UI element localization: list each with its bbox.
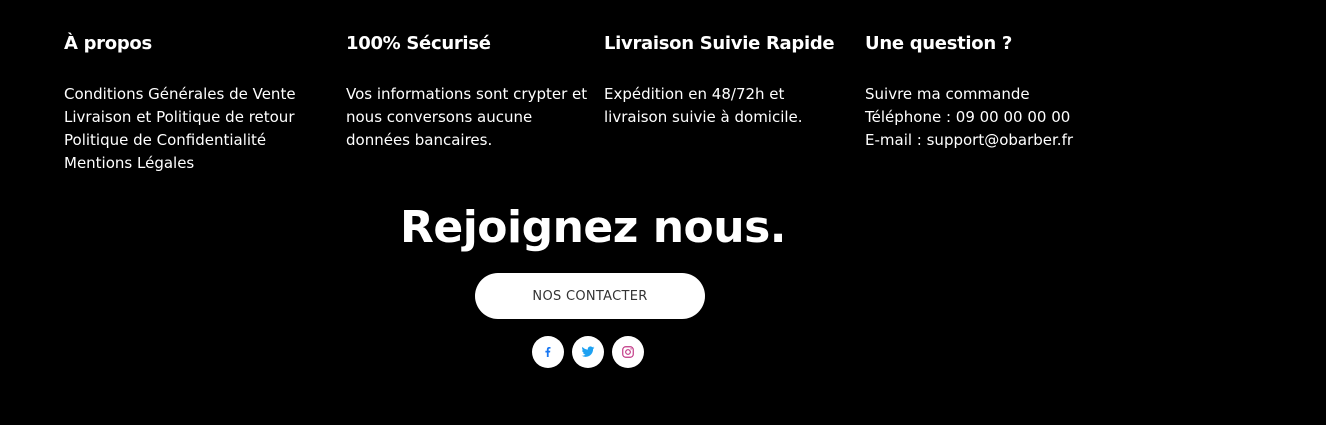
social-links [532,336,644,368]
join-title: Rejoignez nous. [400,202,787,253]
link-privacy-policy[interactable]: Politique de Confidentialité [64,129,334,152]
secure-heading: 100% Sécurisé [346,33,491,54]
question-heading: Une question ? [865,33,1012,54]
footer-col-secure: 100% Sécurisé Vos informations sont cryp… [346,30,591,152]
shipping-body: Expédition en 48/72h et livraison suivie… [604,83,854,129]
phone-text: Téléphone : 09 00 00 00 00 [865,108,1071,126]
shipping-text: Expédition en 48/72h et livraison suivie… [604,85,803,126]
about-links: Conditions Générales de Vente Livraison … [64,83,334,175]
shipping-heading: Livraison Suivie Rapide [604,33,835,54]
about-heading: À propos [64,33,152,54]
link-return-policy[interactable]: Livraison et Politique de retour [64,106,334,129]
link-legal-notice[interactable]: Mentions Légales [64,152,334,175]
footer-col-question: Une question ? Suivre ma commande Téléph… [865,30,1125,152]
email-text: E-mail : support@obarber.fr [865,131,1074,149]
contact-button[interactable]: NOS CONTACTER [475,273,705,319]
link-track-order[interactable]: Suivre ma commande [865,83,1125,106]
instagram-icon [621,345,635,359]
facebook-button[interactable] [532,336,564,368]
footer-col-about: À propos Conditions Générales de Vente L… [64,30,334,175]
question-links: Suivre ma commande Téléphone : 09 00 00 … [865,83,1125,152]
secure-body: Vos informations sont crypter et nous co… [346,83,591,152]
twitter-icon [581,345,595,359]
secure-text: Vos informations sont crypter et nous co… [346,85,588,149]
instagram-button[interactable] [612,336,644,368]
footer-col-shipping: Livraison Suivie Rapide Expédition en 48… [604,30,854,129]
link-cgv[interactable]: Conditions Générales de Vente [64,83,334,106]
twitter-button[interactable] [572,336,604,368]
facebook-icon [542,346,554,358]
